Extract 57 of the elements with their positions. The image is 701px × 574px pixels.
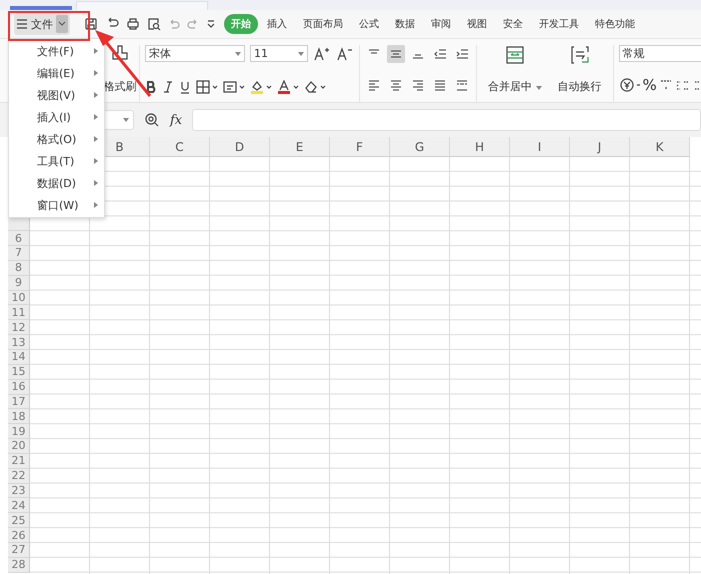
row-header[interactable]: 24 [8, 498, 30, 514]
row-header[interactable]: 27 [8, 542, 30, 558]
percent-button[interactable]: % [642, 76, 657, 94]
menu-item[interactable]: 窗口(W) [9, 194, 104, 216]
menu-button[interactable]: 文件 [14, 13, 70, 35]
menu-item[interactable]: 文件(F) [9, 40, 104, 62]
row-header[interactable]: 11 [8, 305, 30, 320]
row-header[interactable]: 14 [8, 350, 30, 365]
font-size-dropdown[interactable]: 11 [250, 45, 308, 62]
row-header[interactable]: 20 [8, 439, 30, 454]
column-header[interactable]: K [630, 137, 690, 157]
ribbon-tab[interactable]: 开发工具 [532, 14, 586, 34]
row-header[interactable]: 23 [8, 484, 30, 498]
ribbon-tab[interactable]: 特色功能 [588, 14, 642, 34]
row-header[interactable]: 9 [8, 276, 30, 291]
row-header[interactable]: 10 [8, 290, 30, 306]
column-header[interactable]: I [510, 137, 570, 157]
row-header[interactable]: 26 [8, 528, 30, 543]
menu-item[interactable]: 插入(I) [9, 106, 104, 128]
ribbon-tab[interactable]: 页面布局 [296, 14, 350, 34]
row-header[interactable]: 19 [8, 424, 30, 440]
column-header[interactable]: J [570, 137, 630, 157]
column-header[interactable]: D [210, 137, 270, 157]
row-header[interactable]: 7 [8, 246, 30, 261]
menu-item[interactable]: 编辑(E) [9, 62, 104, 84]
column-header[interactable]: E [270, 137, 330, 157]
wrap-text-button[interactable]: 自动换行 [558, 79, 602, 94]
ribbon-tab[interactable]: 安全 [496, 14, 530, 34]
row-header[interactable]: 16 [8, 380, 30, 394]
function-label[interactable]: fx [170, 112, 182, 128]
ribbon-tab[interactable]: 公式 [352, 14, 386, 34]
column-header[interactable]: F [330, 137, 390, 157]
menu-item[interactable]: 格式(O) [9, 128, 104, 150]
merge-center-button[interactable]: 合并居中 [488, 79, 542, 94]
row-header[interactable]: 21 [8, 454, 30, 469]
row-header[interactable]: 6 [8, 231, 30, 246]
number-format-dropdown[interactable]: 常规 [618, 45, 701, 62]
row-header[interactable]: 25 [8, 513, 30, 528]
ribbon-tab[interactable]: 审阅 [424, 14, 458, 34]
font-dropdown[interactable]: 宋体 [145, 45, 245, 62]
row-header[interactable]: 28 [8, 558, 30, 573]
row-header[interactable]: 17 [8, 394, 30, 410]
row-header[interactable]: 12 [8, 320, 30, 336]
menu-item[interactable]: 数据(D) [9, 172, 104, 194]
ribbon-tab[interactable]: 插入 [260, 14, 294, 34]
row-header[interactable]: 13 [8, 335, 30, 350]
row-header[interactable]: 18 [8, 409, 30, 424]
row-header[interactable]: 15 [8, 364, 30, 380]
column-header[interactable]: G [390, 137, 450, 157]
ribbon-tab[interactable]: 视图 [460, 14, 494, 34]
row-header[interactable]: 8 [8, 260, 30, 276]
column-header[interactable]: H [450, 137, 510, 157]
ribbon-tab[interactable]: 数据 [388, 14, 422, 34]
column-header[interactable]: C [150, 137, 210, 157]
menu-item[interactable]: 工具(T) [9, 150, 104, 172]
menu-item[interactable]: 视图(V) [9, 84, 104, 106]
row-header[interactable]: 22 [8, 468, 30, 484]
